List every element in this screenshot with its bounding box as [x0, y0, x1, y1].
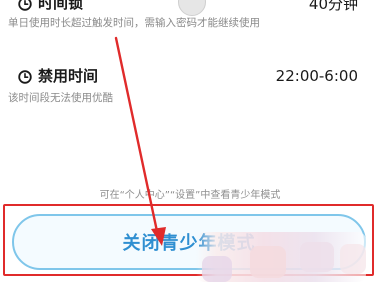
time-lock-value: 40分钟: [308, 0, 358, 13]
blurred-watermark: [340, 244, 366, 274]
teen-mode-settings-screen: 时间锁 40分钟 单日使用时长超过触发时间，需输入密码才能继续使用 禁用时间 2…: [0, 0, 380, 285]
time-lock-row[interactable]: 时间锁 40分钟 单日使用时长超过触发时间，需输入密码才能继续使用: [0, 0, 380, 36]
time-lock-title: 时间锁: [38, 0, 84, 12]
time-lock-description: 单日使用时长超过触发时间，需输入密码才能继续使用: [8, 17, 260, 29]
clock-icon: [18, 69, 32, 84]
curfew-title: 禁用时间: [38, 67, 99, 85]
blurred-watermark: [202, 256, 232, 282]
blurred-watermark: [300, 242, 334, 272]
clock-icon: [18, 0, 32, 11]
settings-location-hint: 可在“个人中心”“设置”中查看青少年模式: [99, 190, 281, 201]
blurred-watermark: [250, 246, 286, 278]
curfew-value: 22:00-6:00: [275, 67, 358, 85]
curfew-row[interactable]: 禁用时间 22:00-6:00 该时间段无法使用优酷: [0, 64, 380, 108]
curfew-description: 该时间段无法使用优酷: [8, 92, 113, 104]
